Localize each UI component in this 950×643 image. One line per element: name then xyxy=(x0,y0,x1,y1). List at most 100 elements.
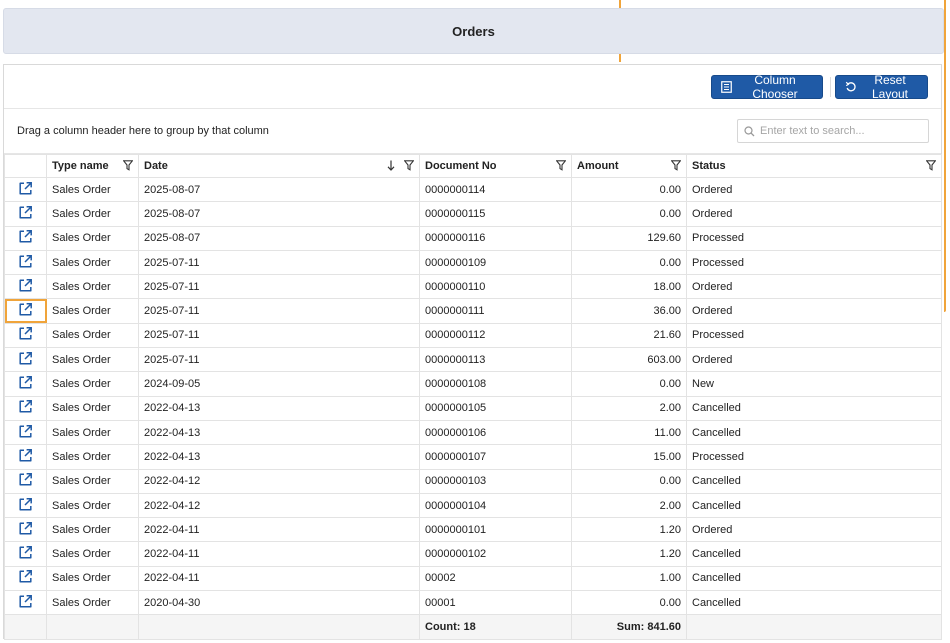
open-external-icon[interactable] xyxy=(18,205,33,220)
cell-date[interactable]: 2022-04-11 xyxy=(138,517,420,543)
open-external-icon[interactable] xyxy=(18,326,33,341)
filter-icon[interactable] xyxy=(926,160,936,171)
cell-amount[interactable]: 2.00 xyxy=(571,492,687,519)
cell-amount[interactable]: 0.00 xyxy=(571,176,687,203)
cell-status[interactable]: Ordered xyxy=(686,176,942,203)
row-link-cell[interactable] xyxy=(4,492,47,519)
cell-type-name[interactable]: Sales Order xyxy=(46,517,139,543)
row-link-cell[interactable] xyxy=(4,371,47,397)
column-header-date[interactable]: Date xyxy=(138,154,420,178)
cell-type-name[interactable]: Sales Order xyxy=(46,468,139,494)
cell-amount[interactable]: 0.00 xyxy=(571,249,687,276)
cell-status[interactable]: Cancelled xyxy=(686,565,942,592)
column-header-type-name[interactable]: Type name xyxy=(46,154,139,178)
cell-date[interactable]: 2025-08-07 xyxy=(138,176,420,203)
table-row[interactable]: Sales Order 2025-08-07 0000000114 0.00 Order… xyxy=(4,176,942,203)
cell-amount[interactable]: 129.60 xyxy=(571,225,687,251)
cell-status[interactable]: Processed xyxy=(686,249,942,276)
cell-status[interactable]: Ordered xyxy=(686,298,942,324)
row-link-cell[interactable] xyxy=(4,322,47,349)
cell-amount[interactable]: 11.00 xyxy=(571,419,687,446)
cell-date[interactable]: 2025-07-11 xyxy=(138,298,420,324)
cell-date[interactable]: 2020-04-30 xyxy=(138,590,420,616)
cell-status[interactable]: New xyxy=(686,371,942,397)
group-panel[interactable]: Drag a column header here to group by th… xyxy=(4,109,941,154)
cell-type-name[interactable]: Sales Order xyxy=(46,444,139,470)
cell-document-no[interactable]: 0000000106 xyxy=(419,419,572,446)
cell-status[interactable]: Cancelled xyxy=(686,590,942,616)
row-link-cell[interactable] xyxy=(4,347,47,373)
cell-type-name[interactable]: Sales Order xyxy=(46,176,139,203)
cell-status[interactable]: Ordered xyxy=(686,274,942,300)
cell-document-no[interactable]: 0000000107 xyxy=(419,444,572,470)
cell-date[interactable]: 2024-09-05 xyxy=(138,371,420,397)
cell-type-name[interactable]: Sales Order xyxy=(46,492,139,519)
cell-document-no[interactable]: 0000000110 xyxy=(419,274,572,300)
cell-document-no[interactable]: 0000000109 xyxy=(419,249,572,276)
cell-amount[interactable]: 21.60 xyxy=(571,322,687,349)
open-external-icon[interactable] xyxy=(18,351,33,366)
table-row[interactable]: Sales Order 2022-04-11 00002 1.00 Cancelled xyxy=(4,565,942,592)
cell-status[interactable]: Cancelled xyxy=(686,395,942,421)
cell-status[interactable]: Cancelled xyxy=(686,492,942,519)
cell-amount[interactable]: 18.00 xyxy=(571,274,687,300)
cell-document-no[interactable]: 0000000108 xyxy=(419,371,572,397)
table-row[interactable]: Sales Order 2020-04-30 00001 0.00 Cancelled xyxy=(4,590,942,616)
table-row[interactable]: Sales Order 2022-04-11 0000000101 1.20 Order… xyxy=(4,517,942,543)
open-external-icon[interactable] xyxy=(18,254,33,269)
cell-document-no[interactable]: 0000000103 xyxy=(419,468,572,494)
row-link-cell[interactable] xyxy=(4,176,47,203)
search-box[interactable] xyxy=(737,119,929,143)
cell-document-no[interactable]: 0000000111 xyxy=(419,298,572,324)
cell-type-name[interactable]: Sales Order xyxy=(46,541,139,567)
table-row[interactable]: Sales Order 2022-04-13 0000000105 2.00 Cance… xyxy=(4,395,942,421)
cell-document-no[interactable]: 0000000104 xyxy=(419,492,572,519)
row-link-cell[interactable] xyxy=(4,298,47,324)
cell-status[interactable]: Processed xyxy=(686,444,942,470)
table-row[interactable]: Sales Order 2025-07-11 0000000111 36.00 Orde… xyxy=(4,298,942,324)
open-external-icon[interactable] xyxy=(18,497,33,512)
cell-document-no[interactable]: 00001 xyxy=(419,590,572,616)
row-link-cell[interactable] xyxy=(4,225,47,251)
cell-amount[interactable]: 1.20 xyxy=(571,517,687,543)
row-link-cell[interactable] xyxy=(4,249,47,276)
open-external-icon[interactable] xyxy=(18,181,33,196)
cell-type-name[interactable]: Sales Order xyxy=(46,322,139,349)
cell-type-name[interactable]: Sales Order xyxy=(46,371,139,397)
cell-date[interactable]: 2025-07-11 xyxy=(138,274,420,300)
table-row[interactable]: Sales Order 2024-09-05 0000000108 0.00 New xyxy=(4,371,942,397)
open-external-icon[interactable] xyxy=(18,448,33,463)
open-external-icon[interactable] xyxy=(18,302,33,317)
cell-date[interactable]: 2022-04-12 xyxy=(138,468,420,494)
row-link-cell[interactable] xyxy=(4,468,47,494)
table-row[interactable]: Sales Order 2025-08-07 0000000115 0.00 Order… xyxy=(4,201,942,227)
filter-icon[interactable] xyxy=(556,160,566,171)
cell-type-name[interactable]: Sales Order xyxy=(46,395,139,421)
open-external-icon[interactable] xyxy=(18,472,33,487)
column-header-document-no[interactable]: Document No xyxy=(419,154,572,178)
cell-date[interactable]: 2025-08-07 xyxy=(138,225,420,251)
open-external-icon[interactable] xyxy=(18,594,33,609)
row-link-cell[interactable] xyxy=(4,541,47,567)
cell-status[interactable]: Ordered xyxy=(686,201,942,227)
cell-document-no[interactable]: 0000000101 xyxy=(419,517,572,543)
cell-date[interactable]: 2022-04-13 xyxy=(138,395,420,421)
row-link-cell[interactable] xyxy=(4,565,47,592)
cell-type-name[interactable]: Sales Order xyxy=(46,565,139,592)
row-link-cell[interactable] xyxy=(4,201,47,227)
cell-document-no[interactable]: 0000000105 xyxy=(419,395,572,421)
cell-status[interactable]: Ordered xyxy=(686,517,942,543)
cell-date[interactable]: 2022-04-11 xyxy=(138,541,420,567)
cell-type-name[interactable]: Sales Order xyxy=(46,298,139,324)
cell-type-name[interactable]: Sales Order xyxy=(46,347,139,373)
cell-amount[interactable]: 2.00 xyxy=(571,395,687,421)
row-link-cell[interactable] xyxy=(4,274,47,300)
cell-date[interactable]: 2025-07-11 xyxy=(138,347,420,373)
cell-date[interactable]: 2022-04-12 xyxy=(138,492,420,519)
cell-status[interactable]: Cancelled xyxy=(686,468,942,494)
cell-document-no[interactable]: 00002 xyxy=(419,565,572,592)
open-external-icon[interactable] xyxy=(18,569,33,584)
cell-date[interactable]: 2025-08-07 xyxy=(138,201,420,227)
cell-amount[interactable]: 0.00 xyxy=(571,590,687,616)
cell-document-no[interactable]: 0000000113 xyxy=(419,347,572,373)
